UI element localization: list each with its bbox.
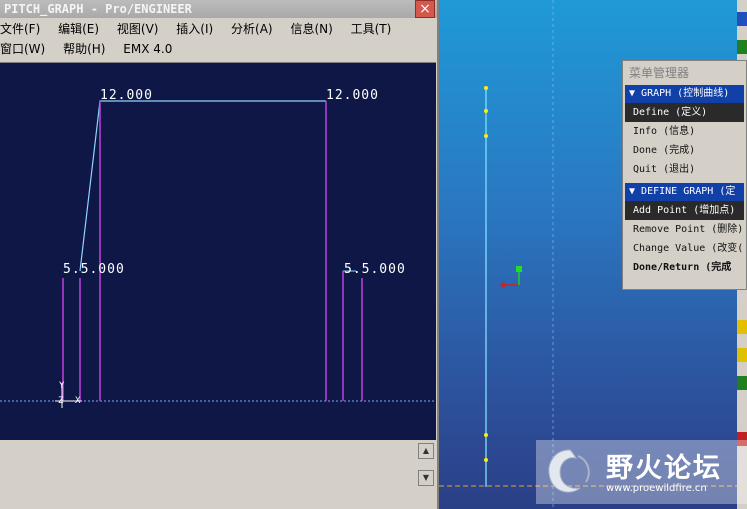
watermark-url: www.proewildfire.cn (606, 483, 707, 494)
close-button[interactable]: × (415, 0, 435, 18)
axis-z-label: Z (58, 396, 64, 406)
watermark-logo-icon (548, 449, 590, 493)
scroll-down-button[interactable]: ▼ (418, 470, 434, 486)
sweep-point-2 (484, 109, 488, 113)
toolbar-plane-icon[interactable] (737, 40, 747, 54)
toolbar-sketch-icon[interactable] (737, 320, 747, 334)
menu-item-done[interactable]: Done (完成) (625, 141, 744, 160)
menu-item-info[interactable]: Info (信息) (625, 122, 744, 141)
menu-help[interactable]: 帮助(H) (63, 40, 105, 59)
sweep-point-4 (484, 433, 488, 437)
sweep-point-3 (484, 134, 488, 138)
menu-insert[interactable]: 插入(I) (176, 20, 213, 39)
label-top-left-value: 12.000 (100, 88, 153, 103)
menu-item-quit[interactable]: Quit (退出) (625, 160, 744, 179)
menu-tools[interactable]: 工具(T) (351, 20, 392, 39)
graph-menu-header[interactable]: ▼ GRAPH (控制曲线) (625, 85, 744, 103)
sweep-point-5 (484, 458, 488, 462)
watermark: 野火论坛 www.proewildfire.cn (536, 440, 747, 504)
graph-scroll-area: ▲ ▼ (0, 440, 437, 509)
toolbar-axis-icon[interactable] (737, 348, 747, 362)
menubar-row-2: 窗口(W) 帮助(H) EMX 4.0 (0, 40, 186, 59)
csys-origin (500, 282, 506, 288)
define-graph-menu-header[interactable]: ▼ DEFINE GRAPH (定 (625, 183, 744, 201)
sweep-point-1 (484, 86, 488, 90)
menu-manager: 菜单管理器 ▼ GRAPH (控制曲线) Define (定义) Info (信… (622, 60, 747, 290)
menu-analysis[interactable]: 分析(A) (231, 20, 273, 39)
csys-y-marker (516, 266, 522, 272)
graph-menu-title: GRAPH (控制曲线) (641, 88, 730, 99)
menu-item-define[interactable]: Define (定义) (625, 103, 744, 122)
axis-x-label: X (75, 396, 81, 406)
watermark-text: 野火论坛 (606, 453, 722, 484)
window-title: PITCH_GRAPH - Pro/ENGINEER (0, 0, 437, 18)
define-graph-menu-title: DEFINE GRAPH (定 (641, 186, 736, 197)
pitch-graph-svg (0, 100, 436, 408)
scroll-up-button[interactable]: ▲ (418, 443, 434, 459)
collapse-arrow-icon: ▼ (629, 186, 642, 197)
menu-file[interactable]: 文件(F) (0, 20, 40, 39)
graph-window: PITCH_GRAPH - Pro/ENGINEER × 文件(F) 编辑(E)… (0, 0, 439, 509)
menu-emx[interactable]: EMX 4.0 (123, 40, 172, 59)
toolbar-datum-icon[interactable] (737, 12, 747, 26)
label-mid-left-value: 5.5.000 (63, 262, 125, 277)
menu-item-change-value[interactable]: Change Value (改变( (625, 239, 744, 258)
menu-view[interactable]: 视图(V) (117, 20, 159, 39)
menu-item-add-point[interactable]: Add Point (增加点) (625, 201, 744, 220)
pitch-profile-curve (79, 100, 326, 272)
menu-item-done-return[interactable]: Done/Return (完成 (625, 258, 744, 277)
pitch-graph-canvas[interactable]: 12.000 12.000 5.5.000 5.5.000 Y Z X (0, 62, 436, 441)
menu-item-remove-point[interactable]: Remove Point (删除) (625, 220, 744, 239)
menubar: 文件(F) 编辑(E) 视图(V) 插入(I) 分析(A) 信息(N) 工具(T… (0, 20, 437, 60)
menu-info[interactable]: 信息(N) (290, 20, 332, 39)
menu-window[interactable]: 窗口(W) (0, 40, 45, 59)
toolbar-curve-icon[interactable] (737, 376, 747, 390)
label-mid-right-value: 5.5.000 (344, 262, 406, 277)
menu-manager-title: 菜单管理器 (629, 66, 690, 80)
menu-edit[interactable]: 编辑(E) (58, 20, 99, 39)
label-top-right-value: 12.000 (326, 88, 379, 103)
menubar-row-1: 文件(F) 编辑(E) 视图(V) 插入(I) 分析(A) 信息(N) 工具(T… (0, 20, 405, 39)
collapse-arrow-icon: ▼ (629, 88, 642, 99)
axis-y-label: Y (59, 381, 65, 391)
